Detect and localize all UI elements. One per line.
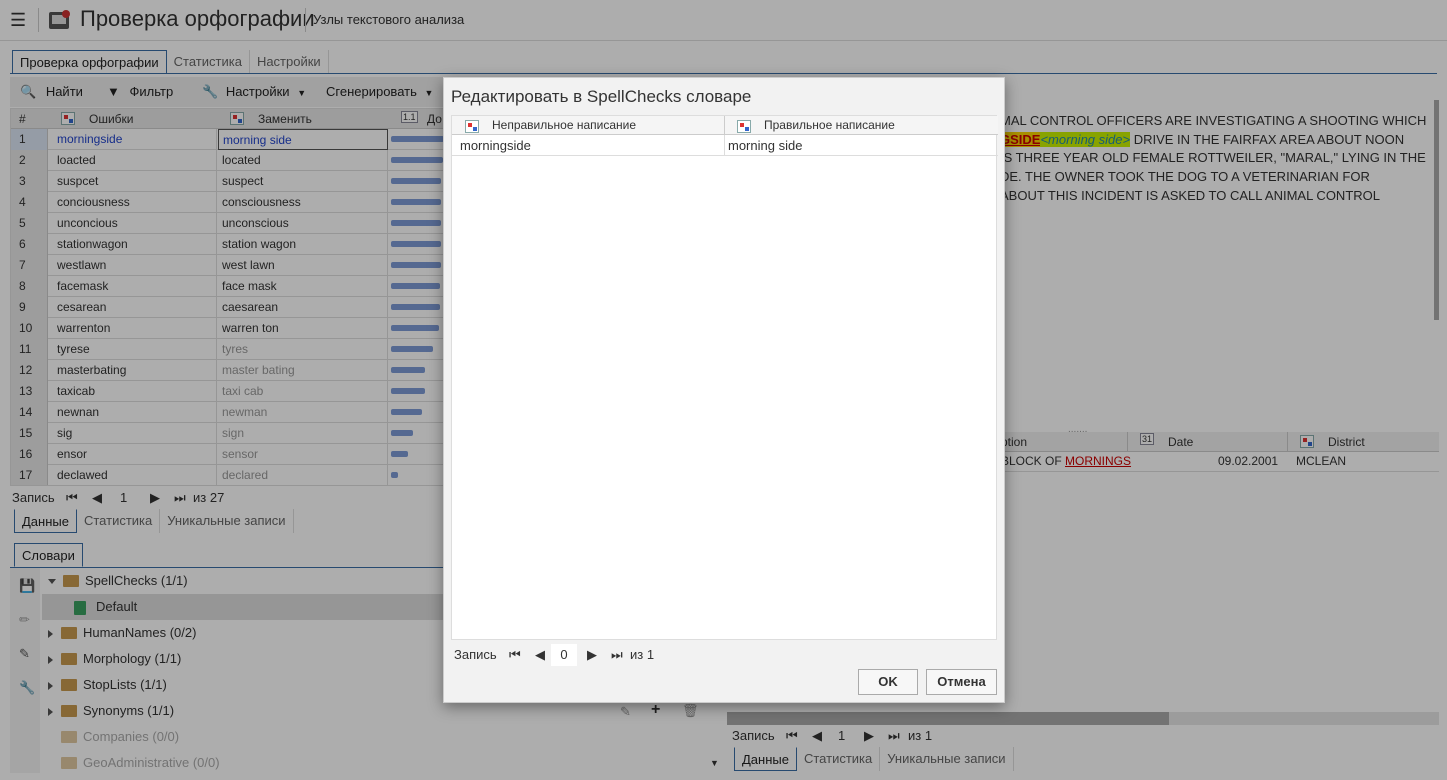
dialog-grid: Неправильное написание Правильное написа… bbox=[451, 115, 998, 640]
cell-wrong[interactable]: morningside bbox=[460, 138, 531, 153]
ok-button[interactable]: OK bbox=[858, 669, 918, 695]
next-page-icon[interactable]: ▶ bbox=[587, 644, 597, 666]
cell-right[interactable]: morning side bbox=[728, 138, 802, 153]
divider bbox=[724, 135, 725, 156]
cancel-button[interactable]: Отмена bbox=[926, 669, 997, 695]
page-total: из 1 bbox=[630, 647, 655, 662]
first-page-icon[interactable]: ⏮ bbox=[509, 644, 521, 666]
pager-label: Запись bbox=[454, 647, 497, 662]
table-row[interactable]: morningside morning side bbox=[452, 135, 998, 156]
col-type-icon bbox=[465, 118, 479, 134]
divider bbox=[724, 116, 725, 135]
col-header-right[interactable]: Правильное написание bbox=[764, 118, 895, 132]
last-page-icon[interactable]: ⏭ bbox=[611, 644, 623, 666]
edit-dictionary-dialog: Редактировать в SpellChecks словаре Непр… bbox=[443, 77, 1005, 703]
dialog-grid-header: Неправильное написание Правильное написа… bbox=[452, 116, 998, 135]
col-header-wrong[interactable]: Неправильное написание bbox=[492, 118, 636, 132]
dialog-pager: Запись ⏮ ◀ 0 ▶ ⏭ из 1 bbox=[454, 644, 754, 666]
prev-page-icon[interactable]: ◀ bbox=[535, 644, 545, 666]
dialog-title: Редактировать в SpellChecks словаре bbox=[451, 87, 752, 106]
page-number-input[interactable]: 0 bbox=[551, 644, 577, 666]
col-type-icon bbox=[737, 118, 751, 134]
